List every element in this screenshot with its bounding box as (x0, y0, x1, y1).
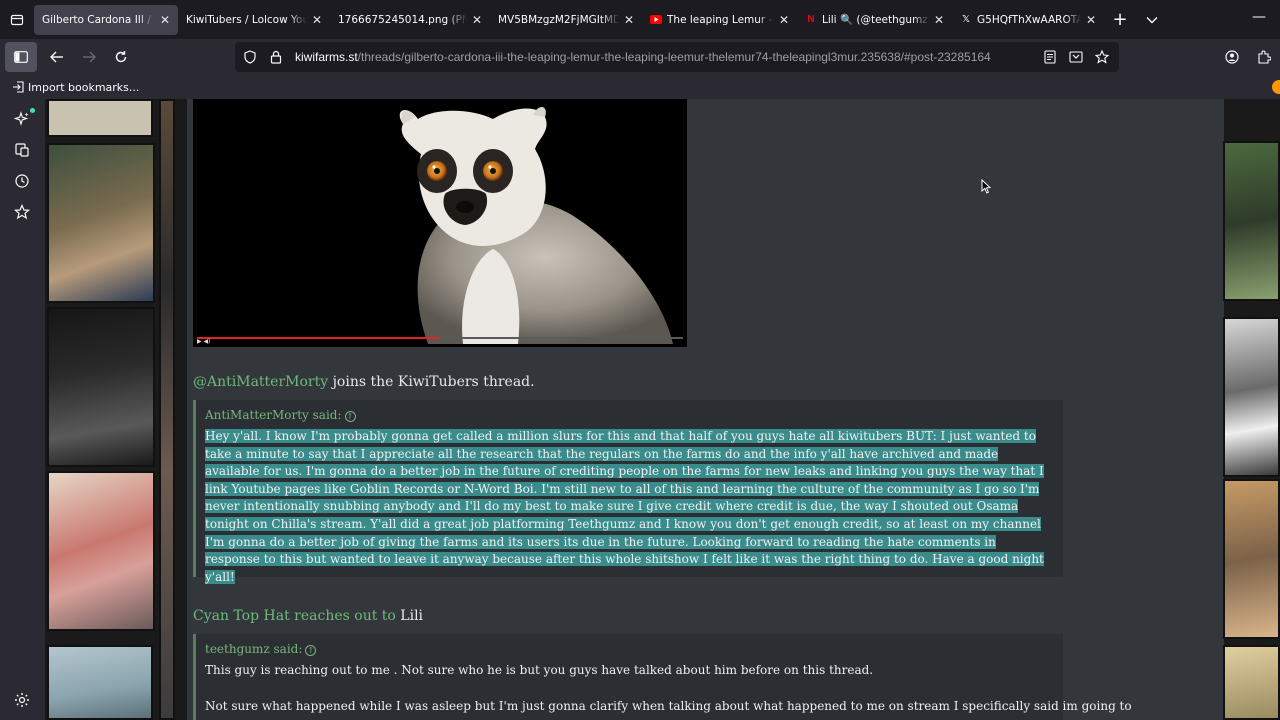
quote-attribution[interactable]: AntiMatterMorty said: ↑ (196, 400, 1063, 428)
reader-view-icon[interactable] (1039, 46, 1061, 68)
blockquote: AntiMatterMorty said: ↑ Hey y'all. I know… (193, 400, 1063, 584)
video-progress-bar[interactable] (197, 337, 683, 339)
quote-author[interactable]: AntiMatterMorty said: (205, 408, 342, 422)
shield-icon[interactable] (239, 46, 261, 68)
blockquote-2: teethgumz said: ↑ This guy is reaching ou… (193, 634, 1132, 720)
youtube-icon (650, 14, 662, 26)
close-tab-icon[interactable]: ✕ (1084, 13, 1098, 27)
import-bookmarks-link[interactable]: Import bookmarks... (28, 81, 139, 94)
jump-to-quote-icon[interactable]: ↑ (305, 645, 317, 656)
tab-title: Gilberto Cardona III / The Leaping (42, 13, 155, 26)
tab-x-image[interactable]: 𝕏 G5HQfThXwAAROTA.jpg ✕ (952, 5, 1104, 35)
ring-tailed-lemur-image (399, 106, 673, 344)
tab-bar: Gilberto Cardona III / The Leaping ✕ Kiw… (0, 0, 1280, 39)
close-tab-icon[interactable]: ✕ (310, 13, 324, 27)
chevron-down-icon[interactable] (1136, 5, 1168, 35)
quote-author[interactable]: teethgumz said: (205, 642, 302, 656)
lock-icon[interactable] (265, 46, 287, 68)
jump-to-quote-icon[interactable]: ↑ (344, 411, 356, 422)
close-tab-icon[interactable]: ✕ (470, 13, 484, 27)
user-action-text[interactable]: Cyan Top Hat reaches out to (193, 608, 396, 624)
new-tab-icon[interactable]: + (1104, 5, 1136, 35)
bookmark-star-icon[interactable] (1091, 46, 1113, 68)
tab-title: MV5BMzgzM2FjMGItMDEwYi00 (498, 13, 619, 26)
video-embed[interactable]: ▶ ◀) (193, 99, 687, 347)
url-text[interactable]: kiwifarms.st/threads/gilberto-cardona-ii… (295, 50, 991, 64)
quote-paragraph: This guy is reaching out to me . Not sur… (205, 663, 874, 677)
netflix-icon: N (807, 14, 815, 25)
background-comic-art-left (45, 99, 175, 720)
background-comic-art-right (1223, 99, 1280, 720)
tab-list-icon[interactable] (0, 0, 34, 39)
tab-mv5b-image[interactable]: MV5BMzgzM2FjMGItMDEwYi00 ✕ (490, 5, 642, 35)
tab-title: 1766675245014.png (PNG Image) (338, 13, 467, 26)
close-tab-icon[interactable]: ✕ (932, 13, 946, 27)
history-clock-icon[interactable] (9, 168, 35, 194)
tab-youtube[interactable]: The leaping Lemur - YouTube ✕ (642, 5, 797, 35)
user-mention-link[interactable]: @AntiMatterMorty (193, 374, 328, 390)
quote-body: Hey y'all. I know I'm probably gonna get… (196, 428, 1063, 590)
bookmarks-toolbar: Import bookmarks... (0, 75, 1280, 99)
synced-tabs-icon[interactable] (9, 137, 35, 163)
url-bar[interactable]: kiwifarms.st/threads/gilberto-cardona-ii… (235, 42, 1119, 72)
quote-body: This guy is reaching out to me . Not sur… (196, 662, 1132, 719)
bookmarks-star-icon[interactable] (9, 199, 35, 225)
forward-arrow-icon[interactable] (73, 42, 105, 72)
close-tab-icon[interactable]: ✕ (622, 13, 636, 27)
close-tab-icon[interactable]: ✕ (777, 13, 791, 27)
selected-quote-text: Hey y'all. I know I'm probably gonna get… (205, 429, 1044, 584)
tab-gilberto-cardona[interactable]: Gilberto Cardona III / The Leaping ✕ (34, 4, 178, 35)
tab-png-image[interactable]: 1766675245014.png (PNG Image) ✕ (330, 5, 490, 35)
play-icon[interactable]: ▶ ◀) (197, 338, 210, 345)
notification-dot (30, 108, 35, 113)
tab-title: Lili 🔍 (@teethgumz) | TikTok (822, 14, 929, 26)
web-page: ▶ ◀) @AntiMatterMorty joins the KiwiTube… (45, 99, 1280, 720)
tab-title: The leaping Lemur - YouTube (667, 13, 774, 26)
target-user-link[interactable]: Lili (400, 608, 423, 624)
tab-title: G5HQfThXwAAROTA.jpg (977, 13, 1081, 26)
url-domain: kiwifarms.st (295, 50, 358, 64)
quote-attribution[interactable]: teethgumz said: ↑ (196, 634, 1063, 662)
browser-sidebar (0, 99, 45, 720)
action-text: joins the KiwiTubers thread. (328, 374, 535, 390)
import-icon (12, 81, 24, 93)
x-twitter-icon: 𝕏 (961, 14, 971, 25)
back-arrow-icon[interactable] (41, 42, 73, 72)
url-path: /threads/gilberto-cardona-iii-the-leapin… (357, 50, 991, 64)
tab-tiktok[interactable]: N Lili 🔍 (@teethgumz) | TikTok ✕ (797, 5, 952, 35)
close-tab-icon[interactable]: ✕ (158, 13, 172, 27)
sidebar-toggle-icon[interactable] (5, 42, 37, 72)
post-action-line: @AntiMatterMorty joins the KiwiTubers th… (193, 374, 535, 390)
reload-icon[interactable] (105, 42, 137, 72)
settings-gear-icon[interactable] (9, 687, 35, 713)
firefox-view-icon[interactable] (1272, 80, 1280, 94)
mouse-cursor-icon (981, 178, 992, 198)
tab-kiwitubers[interactable]: KiwiTubers / Lolcow YouTubers ✕ (178, 5, 330, 35)
save-to-pocket-icon[interactable] (1065, 46, 1087, 68)
tab-title: KiwiTubers / Lolcow YouTubers (186, 13, 307, 26)
quote-paragraph: Not sure what happened while I was aslee… (205, 698, 1132, 713)
account-icon[interactable] (1216, 42, 1248, 72)
post-action-line-2: Cyan Top Hat reaches out to Lili (193, 608, 423, 624)
extensions-icon[interactable] (1248, 42, 1280, 72)
minimize-window-icon[interactable]: — (1252, 9, 1266, 25)
navigation-toolbar: kiwifarms.st/threads/gilberto-cardona-ii… (0, 39, 1280, 75)
